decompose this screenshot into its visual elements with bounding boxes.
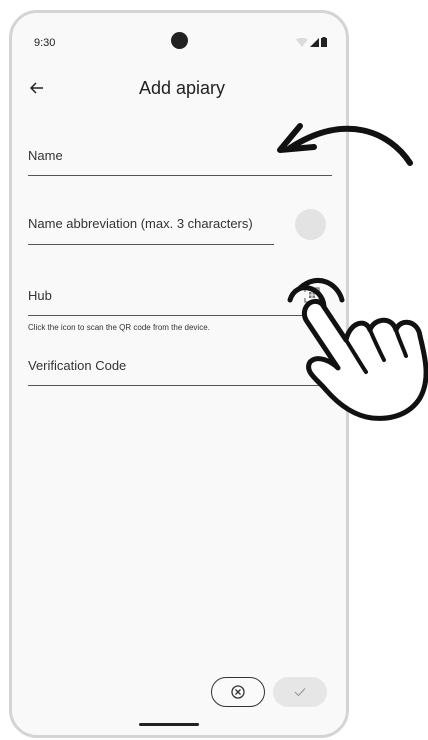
close-circle-icon (231, 685, 245, 699)
abbreviation-field-underline[interactable] (28, 244, 274, 245)
hub-field-underline[interactable] (28, 315, 332, 316)
color-picker-button[interactable] (295, 209, 326, 240)
confirm-button[interactable] (273, 677, 327, 707)
check-icon (294, 688, 306, 697)
verification-field-label[interactable]: Verification Code (28, 358, 126, 373)
name-field-underline[interactable] (28, 175, 332, 176)
status-time: 9:30 (34, 37, 56, 49)
status-icons (296, 37, 327, 47)
home-indicator (139, 723, 199, 726)
front-camera (171, 32, 188, 49)
app-screen: 9:30 Add apiary Name Name abbreviation (… (12, 13, 346, 735)
verification-field-underline[interactable] (28, 385, 332, 386)
phone-frame: 9:30 Add apiary Name Name abbreviation (… (9, 10, 349, 738)
signal-icon (310, 37, 319, 47)
wifi-icon (296, 37, 308, 47)
cancel-button[interactable] (211, 677, 265, 707)
battery-icon (321, 37, 327, 47)
qr-scan-icon[interactable] (304, 287, 320, 303)
hub-field-label[interactable]: Hub (28, 288, 52, 303)
hub-helper-text: Click the icon to scan the QR code from … (28, 323, 210, 332)
abbreviation-field-label[interactable]: Name abbreviation (max. 3 characters) (28, 216, 253, 231)
name-field-label[interactable]: Name (28, 148, 63, 163)
page-title: Add apiary (138, 78, 226, 98)
